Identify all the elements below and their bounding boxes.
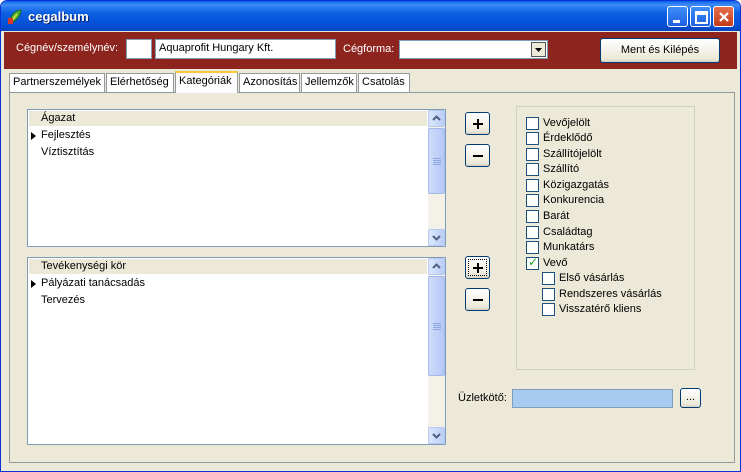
row-pointer-icon: [31, 280, 36, 288]
maximize-button[interactable]: [690, 6, 711, 27]
checkbox-box-checked[interactable]: [526, 256, 539, 270]
checkbox-box[interactable]: [526, 132, 539, 145]
scroll-up-button[interactable]: [428, 258, 445, 275]
cegnev-input[interactable]: Aquaprofit Hungary Kft.: [155, 39, 336, 59]
chevron-down-icon: [432, 433, 441, 439]
checkbox-box[interactable]: [526, 117, 539, 130]
chevron-down-icon: [535, 48, 542, 52]
close-icon: [719, 12, 729, 22]
scroll-down-button[interactable]: [428, 229, 445, 246]
chevron-up-icon: [432, 263, 441, 269]
checkbox-box[interactable]: [526, 210, 539, 223]
app-leaf-icon: [8, 9, 22, 24]
tab-partnerszemelyek[interactable]: Partnerszemélyek: [9, 73, 105, 92]
short-code-input[interactable]: [126, 39, 152, 59]
tab-elerhetoseg[interactable]: Elérhetőség: [106, 73, 174, 92]
scroll-down-button[interactable]: [428, 427, 445, 444]
minimize-button[interactable]: [667, 6, 688, 27]
tab-azonositas[interactable]: Azonosítás: [239, 73, 300, 92]
maximize-icon: [695, 11, 708, 24]
close-button[interactable]: [713, 6, 734, 27]
scroll-thumb[interactable]: [428, 276, 445, 376]
list-item[interactable]: Fejlesztés: [29, 128, 427, 143]
scroll-up-button[interactable]: [428, 110, 445, 127]
checkbox-box[interactable]: [526, 148, 539, 161]
cegforma-label: Cégforma:: [343, 43, 395, 55]
list-item[interactable]: Tervezés: [29, 293, 427, 308]
app-window: cegalbum Cégnév/személynév: Aquaprofit H…: [0, 0, 741, 472]
uzletkoto-browse-button[interactable]: ...: [680, 388, 701, 408]
window-title: cegalbum: [28, 9, 89, 24]
agazat-remove-button[interactable]: [465, 144, 490, 167]
tevekenyseg-remove-button[interactable]: [465, 288, 490, 311]
checkbox-box[interactable]: [542, 303, 555, 316]
row-pointer-icon: [31, 132, 36, 140]
cegforma-select[interactable]: [399, 40, 548, 59]
save-exit-button[interactable]: Ment és Kilépés: [600, 38, 720, 63]
list-item[interactable]: Víztisztítás: [29, 145, 427, 160]
uzletkoto-input[interactable]: [512, 389, 673, 408]
checkbox-box[interactable]: [542, 272, 555, 285]
tab-kategoriak[interactable]: Kategóriák: [175, 71, 238, 93]
checkbox-box[interactable]: [526, 226, 539, 239]
cegnev-label: Cégnév/személynév:: [16, 42, 119, 54]
chevron-up-icon: [432, 115, 441, 121]
chevron-down-icon: [432, 235, 441, 241]
checkbox-box[interactable]: [542, 288, 555, 301]
tab-jellemzok[interactable]: Jellemzők: [301, 73, 357, 92]
list-item[interactable]: Pályázati tanácsadás: [29, 276, 427, 291]
category-checklist: Vevőjelölt Érdeklődő Szállítójelölt Szál…: [516, 106, 695, 370]
checkbox-box[interactable]: [526, 194, 539, 207]
tab-csatolas[interactable]: Csatolás: [358, 73, 410, 92]
agazat-scrollbar[interactable]: [428, 110, 445, 246]
uzletkoto-label: Üzletkötő:: [458, 392, 507, 404]
agazat-list[interactable]: Ágazat Fejlesztés Víztisztítás: [27, 109, 446, 247]
tevekenyseg-scrollbar[interactable]: [428, 258, 445, 444]
title-bar[interactable]: cegalbum: [1, 1, 740, 31]
scroll-thumb[interactable]: [428, 128, 445, 194]
checkbox-box[interactable]: [526, 241, 539, 254]
checkbox-box[interactable]: [526, 179, 539, 192]
cegforma-dropdown-button[interactable]: [531, 42, 546, 57]
header-bar: Cégnév/személynév: Aquaprofit Hungary Kf…: [4, 32, 737, 69]
agazat-list-header: Ágazat: [29, 111, 427, 126]
tevekenyseg-add-button[interactable]: [465, 256, 490, 279]
tevekenyseg-list-header: Tevékenységi kör: [29, 259, 427, 274]
agazat-add-button[interactable]: [465, 112, 490, 135]
minimize-icon: [673, 20, 680, 23]
checkbox-box[interactable]: [526, 163, 539, 176]
tevekenyseg-list[interactable]: Tevékenységi kör Pályázati tanácsadás Te…: [27, 257, 446, 445]
